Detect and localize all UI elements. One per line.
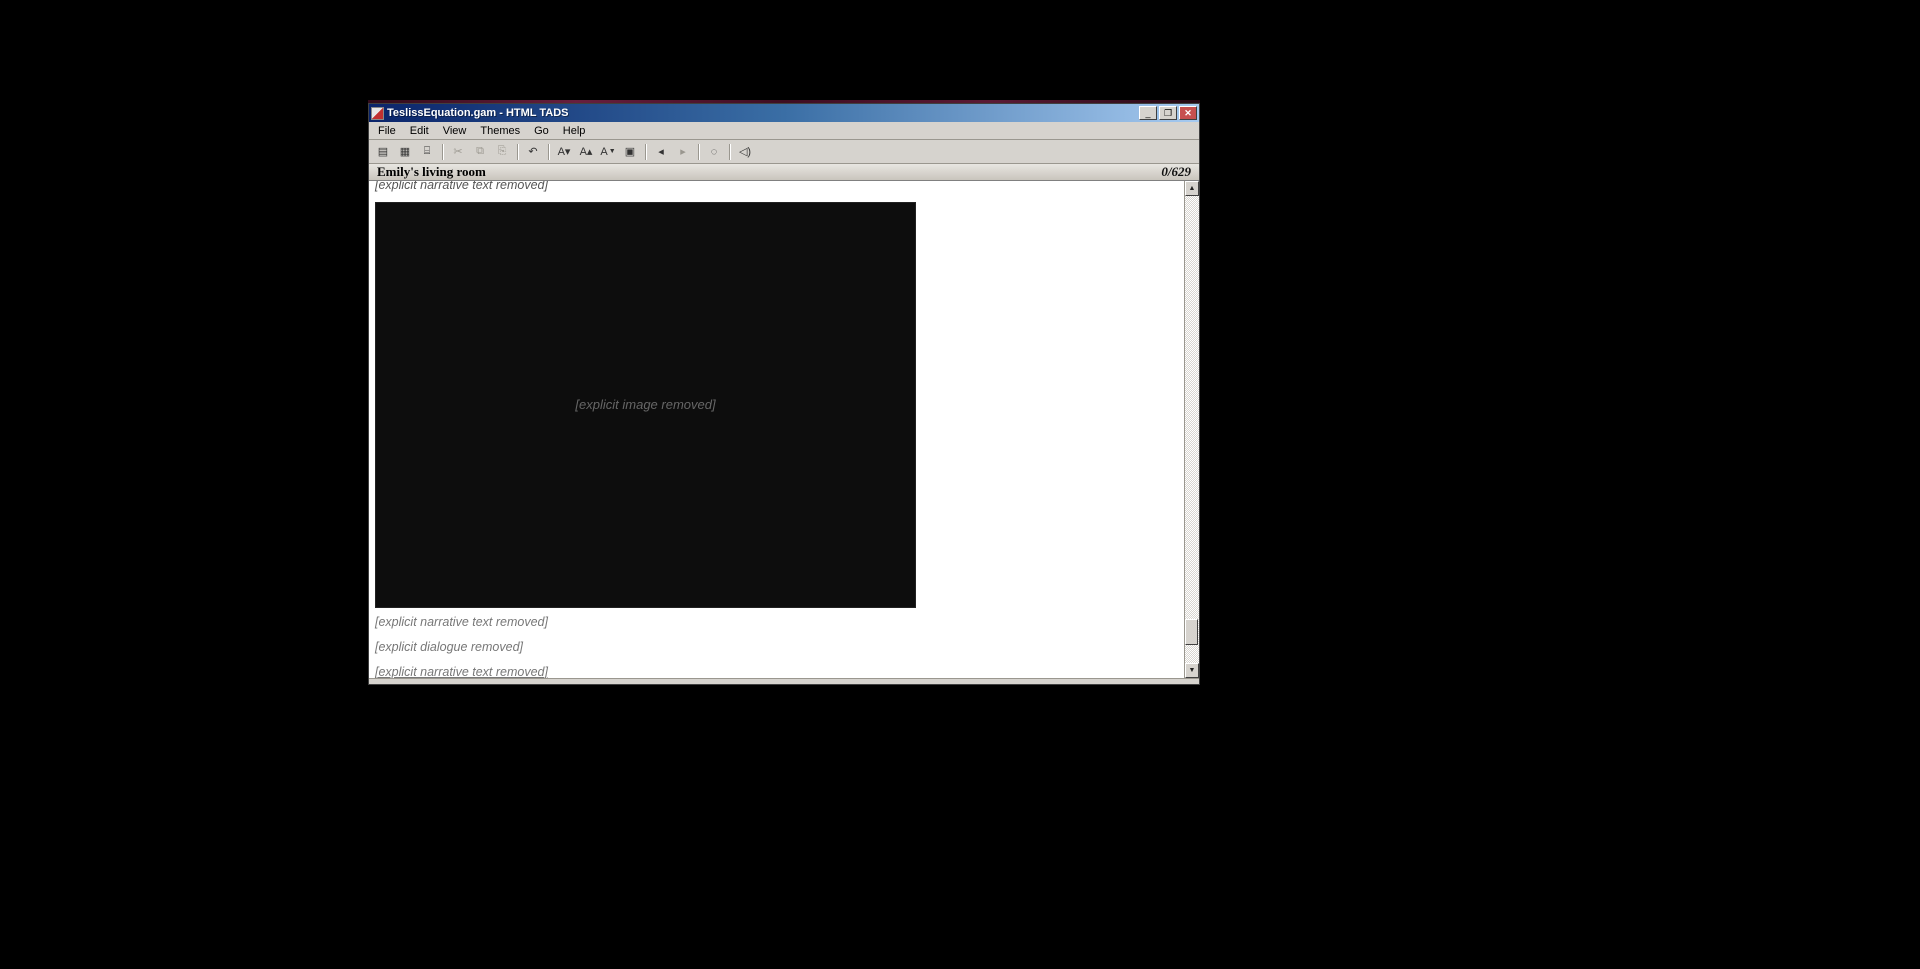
text-color-glyph: A [600,146,607,158]
scrollbar-track[interactable] [1185,196,1199,663]
cut-icon[interactable]: ✂ [448,142,468,161]
find-icon[interactable]: ◌ [704,142,724,161]
room-name: Emily's living room [377,164,486,180]
themes-icon[interactable]: ▣ [620,142,640,161]
font-larger-icon[interactable]: A▴ [576,142,596,161]
story-paragraph: [explicit narrative text removed] [375,614,1178,631]
status-header: Emily's living room 0/629 [369,164,1199,181]
text-color-icon[interactable]: A ▼ [598,142,618,161]
scrollbar-thumb[interactable] [1185,619,1198,645]
app-icon [371,107,384,120]
scene-image-placeholder: [explicit image removed] [375,202,916,608]
toolbar: ▤ ▦ ⌸ ✂ ⧉ ⎘ ↶ A▾ A▴ A ▼ ▣ ◂ ▸ ◌ ◁) [369,140,1199,164]
menu-go[interactable]: Go [527,123,556,139]
menu-help[interactable]: Help [556,123,593,139]
content-area: [explicit narrative text removed] [expli… [369,181,1199,678]
story-paragraph: [explicit narrative text removed] [375,664,1178,678]
chevron-down-icon: ▼ [609,148,616,155]
toolbar-separator [517,144,518,160]
toolbar-separator [729,144,730,160]
undo-icon[interactable]: ↶ [523,142,543,161]
open-folder-icon[interactable]: ⌸ [417,142,437,161]
toolbar-separator [442,144,443,160]
toolbar-separator [548,144,549,160]
vertical-scrollbar[interactable]: ▲ ▼ [1184,181,1199,678]
menu-themes[interactable]: Themes [473,123,527,139]
menu-bar: File Edit View Themes Go Help [369,122,1199,140]
story-paragraph: [explicit dialogue removed] [375,639,1178,656]
html-tads-window: TeslissEquation.gam - HTML TADS _ ❐ ✕ Fi… [368,103,1200,685]
menu-file[interactable]: File [371,123,403,139]
story-paragraph: [explicit narrative text removed] [375,181,1178,194]
minimize-button[interactable]: _ [1139,106,1157,120]
save-icon[interactable]: ▦ [395,142,415,161]
title-bar[interactable]: TeslissEquation.gam - HTML TADS _ ❐ ✕ [369,104,1199,122]
story-pane[interactable]: [explicit narrative text removed] [expli… [369,181,1184,678]
forward-icon[interactable]: ▸ [673,142,693,161]
back-icon[interactable]: ◂ [651,142,671,161]
scroll-down-icon[interactable]: ▼ [1185,663,1199,678]
toolbar-separator [645,144,646,160]
new-game-icon[interactable]: ▤ [373,142,393,161]
window-title: TeslissEquation.gam - HTML TADS [387,107,1139,119]
sound-icon[interactable]: ◁) [735,142,755,161]
paste-icon[interactable]: ⎘ [492,142,512,161]
horizontal-scrollbar[interactable] [369,678,1199,684]
scroll-up-icon[interactable]: ▲ [1185,181,1199,196]
close-button[interactable]: ✕ [1179,106,1197,120]
menu-view[interactable]: View [436,123,474,139]
copy-icon[interactable]: ⧉ [470,142,490,161]
font-smaller-icon[interactable]: A▾ [554,142,574,161]
turn-counter: 0/629 [1161,164,1191,180]
toolbar-separator [698,144,699,160]
menu-edit[interactable]: Edit [403,123,436,139]
maximize-button[interactable]: ❐ [1159,106,1177,120]
